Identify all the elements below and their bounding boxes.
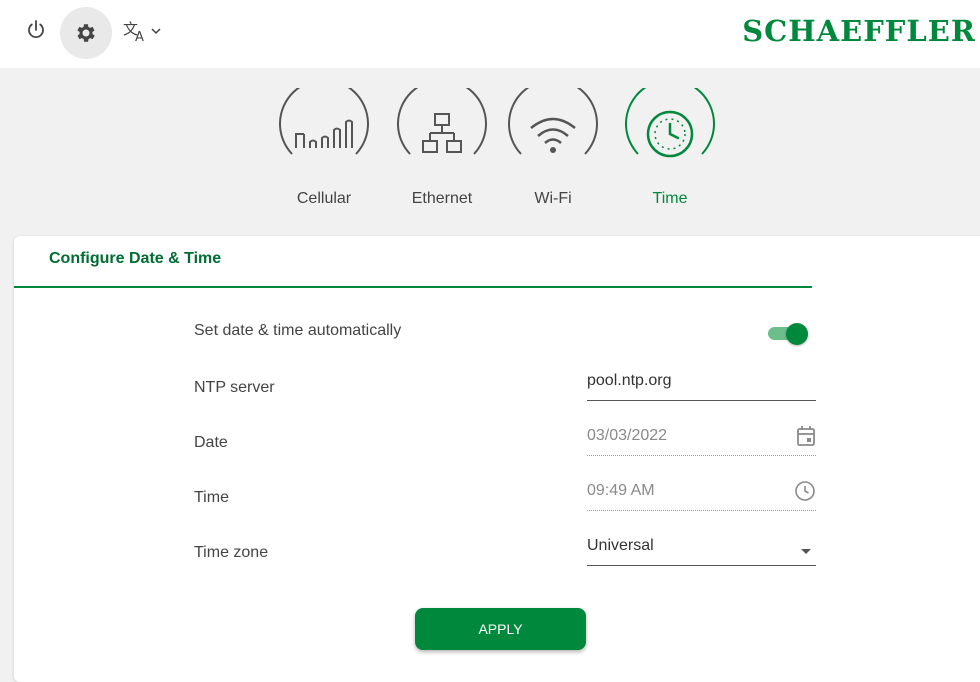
dropdown-arrow-icon xyxy=(801,549,811,554)
clock-icon xyxy=(625,88,715,158)
tab-ethernet[interactable]: Ethernet xyxy=(394,88,490,218)
chevron-down-icon xyxy=(151,28,161,35)
tab-time[interactable]: Time xyxy=(622,88,718,218)
language-button[interactable]: 文 A xyxy=(122,18,162,44)
title-divider xyxy=(14,286,812,288)
svg-text:A: A xyxy=(135,30,144,43)
translate-icon: 文 A xyxy=(123,20,144,43)
settings-button[interactable] xyxy=(60,7,112,59)
card-title: Configure Date & Time xyxy=(49,250,222,267)
top-bar: 文 A SCHAEFFLER xyxy=(0,0,980,68)
tab-wifi[interactable]: Wi-Fi xyxy=(505,88,601,218)
power-icon xyxy=(28,20,44,38)
main-content: Cellular Ethernet Wi-Fi Time Configure D… xyxy=(6,68,980,682)
power-button[interactable] xyxy=(24,18,48,42)
auto-time-toggle[interactable] xyxy=(764,321,810,345)
tab-label: Cellular xyxy=(296,190,352,207)
date-input[interactable]: 03/03/2022 xyxy=(587,425,816,456)
cellular-signal-icon xyxy=(279,88,369,155)
calendar-icon[interactable] xyxy=(796,425,816,447)
timezone-select[interactable]: Universal xyxy=(587,535,816,566)
time-label: Time xyxy=(194,489,229,506)
gear-icon xyxy=(77,24,95,42)
apply-button[interactable]: APPLY xyxy=(415,608,586,650)
date-label: Date xyxy=(194,434,228,451)
network-tabs: Cellular Ethernet Wi-Fi Time xyxy=(6,68,980,218)
clock-icon[interactable] xyxy=(794,480,816,502)
timezone-label: Time zone xyxy=(194,544,269,561)
time-input[interactable]: 09:49 AM xyxy=(587,480,816,511)
auto-time-label: Set date & time automatically xyxy=(194,322,402,339)
tab-label: Ethernet xyxy=(411,190,473,207)
date-value: 03/03/2022 xyxy=(587,427,668,444)
ntp-server-label: NTP server xyxy=(194,379,275,396)
ntp-server-value: pool.ntp.org xyxy=(587,372,672,389)
timezone-value: Universal xyxy=(587,537,654,554)
tab-label: Time xyxy=(652,190,688,207)
toggle-knob xyxy=(786,323,808,345)
ethernet-network-icon xyxy=(397,88,487,155)
ntp-server-input[interactable]: pool.ntp.org xyxy=(587,370,816,401)
brand-logo: SCHAEFFLER xyxy=(742,14,976,48)
wifi-icon xyxy=(508,88,598,155)
time-value: 09:49 AM xyxy=(587,482,655,499)
tab-cellular[interactable]: Cellular xyxy=(276,88,372,218)
tab-label: Wi-Fi xyxy=(534,190,572,207)
date-time-card: Configure Date & Time Set date & time au… xyxy=(14,236,980,682)
